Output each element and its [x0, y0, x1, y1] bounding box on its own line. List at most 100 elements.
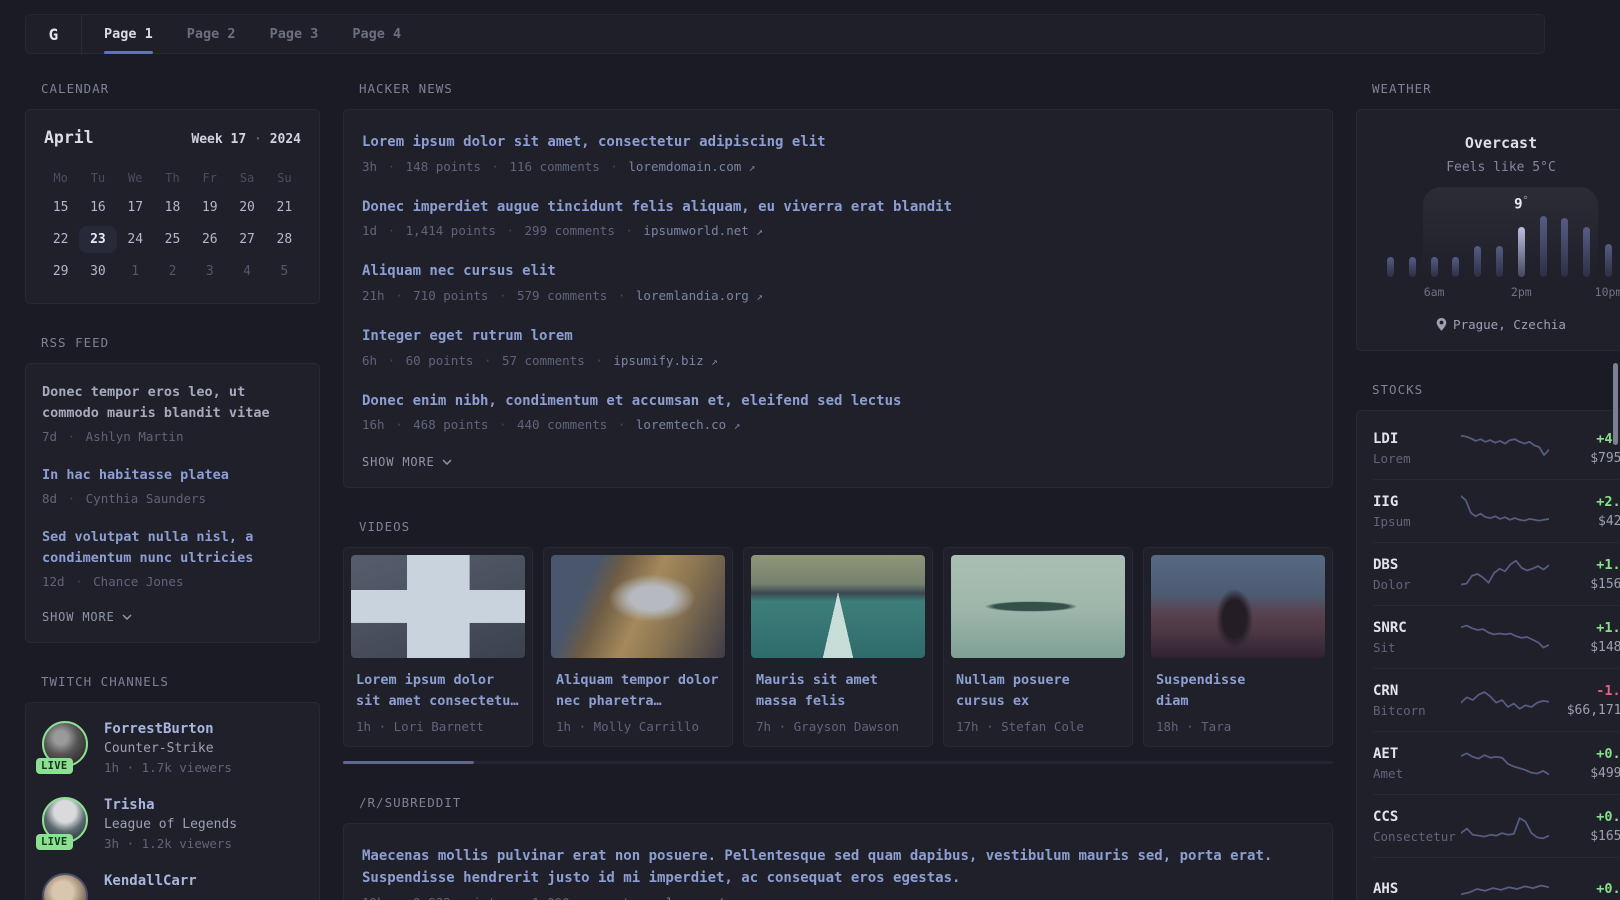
- twitch-channel-name[interactable]: ForrestBurton: [104, 721, 232, 737]
- stock-row[interactable]: DBS Dolor +1.42% $156.28: [1373, 543, 1620, 606]
- twitch-channel-name[interactable]: KendallCarr: [104, 873, 197, 889]
- weather-section: WEATHER Overcast Feels like 5°C 9° 6am 2pm…: [1356, 81, 1620, 351]
- tab-page-2[interactable]: Page 2: [187, 15, 236, 53]
- chevron-down-icon: [442, 459, 452, 466]
- video-thumbnail[interactable]: [751, 555, 925, 659]
- live-badge: LIVE: [36, 757, 73, 774]
- rss-item-title[interactable]: In hac habitasse platea: [42, 465, 303, 486]
- video-title[interactable]: Aliquam tempor dolor nec pharetra…: [551, 670, 725, 712]
- tab-page-4[interactable]: Page 4: [352, 15, 401, 53]
- stock-id: CRN Bitcorn: [1373, 683, 1451, 718]
- hackernews-item-title[interactable]: Lorem ipsum dolor sit amet, consectetur …: [362, 132, 1314, 154]
- video-title-line: Suspendisse: [1156, 672, 1246, 689]
- twitch-game: Counter-Strike: [104, 740, 214, 756]
- list-item: Integer eget rutrum lorem 6h · 60 points …: [362, 326, 1314, 368]
- video-title-line: cursus ex: [956, 693, 1030, 710]
- rss-item-title[interactable]: Donec tempor eros leo, ut commodo mauris…: [42, 382, 303, 424]
- hackernews-item-title[interactable]: Aliquam nec cursus elit: [362, 261, 1314, 283]
- stock-row[interactable]: AET Amet +0.92% $499.72: [1373, 732, 1620, 795]
- calendar-day: 26: [201, 232, 218, 247]
- weather-hour-label: 2pm: [1510, 285, 1532, 299]
- sparkline-chart: [1461, 691, 1549, 710]
- video-card[interactable]: Lorem ipsum dolor sit amet consectetu… 1h …: [343, 547, 533, 748]
- calendar-weekday: We: [127, 171, 143, 185]
- video-thumbnail[interactable]: [951, 555, 1125, 659]
- twitch-avatar-wrap: [42, 872, 88, 900]
- calendar-month: April: [44, 128, 94, 147]
- page-scrollbar-thumb[interactable]: [1613, 363, 1618, 445]
- dot-separator: ·: [637, 895, 666, 900]
- weather-bar: [1496, 246, 1503, 277]
- stock-row[interactable]: CCS Consectetur +0.51% $165.84: [1373, 795, 1620, 858]
- stock-sparkline: [1461, 619, 1549, 655]
- stock-row[interactable]: CRN Bitcorn -1.00% $66,171.48: [1373, 669, 1620, 732]
- avatar[interactable]: [42, 872, 88, 900]
- calendar-day: 1: [131, 264, 140, 279]
- stock-id: AET Amet: [1373, 746, 1451, 781]
- tab-page-3[interactable]: Page 3: [270, 15, 319, 53]
- stock-row[interactable]: SNRC Sit +1.36% $148.64: [1373, 606, 1620, 669]
- dot-separator: ·: [380, 352, 403, 368]
- hackernews-item-meta: 21h · 710 points · 579 comments · loreml…: [362, 288, 763, 304]
- hackernews-item-meta: 6h · 60 points · 57 comments · ipsumify.…: [362, 352, 718, 368]
- rss-show-more-button[interactable]: SHOW MORE: [42, 610, 303, 624]
- stock-sparkline: [1461, 493, 1549, 529]
- stocks-section: STOCKS LDI Lorem +4.35% $795.18 IIG Ipsum +2.8…: [1356, 382, 1620, 900]
- app-logo[interactable]: G: [26, 15, 82, 53]
- stock-row[interactable]: LDI Lorem +4.35% $795.18: [1373, 417, 1620, 480]
- source-domain-link[interactable]: loremlandia.org ↗: [636, 288, 763, 303]
- hackernews-item-title[interactable]: Donec imperdiet augue tincidunt felis al…: [362, 197, 1314, 219]
- source-domain-link[interactable]: loremtech.co ↗: [636, 417, 740, 432]
- video-thumbnail[interactable]: [1151, 555, 1325, 659]
- video-thumbnail[interactable]: [351, 555, 525, 659]
- video-card[interactable]: Nullam posuere cursus ex 17h · Stefan Cole: [943, 547, 1133, 748]
- source-domain-link[interactable]: loremdomain.com ↗: [628, 159, 755, 174]
- videos-scrollbar-track[interactable]: [343, 761, 1333, 765]
- weather-bar: [1605, 244, 1612, 277]
- stock-values: +2.84% $42.04: [1559, 494, 1620, 529]
- stock-name: Lorem: [1373, 450, 1411, 466]
- video-title[interactable]: Suspendisse diam: [1151, 670, 1325, 712]
- video-thumbnail[interactable]: [551, 555, 725, 659]
- stock-symbol: SNRC: [1373, 619, 1407, 636]
- stock-symbol: LDI: [1373, 430, 1399, 447]
- twitch-channel-row[interactable]: LIVE Trisha League of Legends 3h · 1.2k vie…: [36, 796, 303, 851]
- stock-row[interactable]: IIG Ipsum +2.84% $42.04: [1373, 480, 1620, 543]
- hackernews-item-title[interactable]: Integer eget rutrum lorem: [362, 326, 1314, 348]
- stock-values: +1.42% $156.28: [1559, 557, 1620, 592]
- source-domain-link[interactable]: loremnet.xyz ↗: [666, 895, 770, 900]
- twitch-channel-row[interactable]: KendallCarr: [42, 872, 303, 900]
- videos-scrollbar-thumb[interactable]: [343, 761, 474, 765]
- stock-id: SNRC Sit: [1373, 620, 1451, 655]
- rss-item-title[interactable]: Sed volutpat nulla nisl, a condimentum n…: [42, 527, 303, 569]
- hackernews-item-title[interactable]: Donec enim nibh, condimentum et accumsan…: [362, 391, 1314, 413]
- video-title[interactable]: Lorem ipsum dolor sit amet consectetu…: [351, 670, 525, 712]
- page: G Page 1 Page 2 Page 3 Page 4 CALENDAR Apri…: [25, 0, 1620, 900]
- dot-separator: ·: [498, 223, 522, 239]
- stock-row[interactable]: AHS +0.46%: [1373, 858, 1620, 900]
- hackernews-item-meta: 3h · 148 points · 116 comments · loremdo…: [362, 158, 756, 174]
- dot-separator: ·: [371, 719, 394, 735]
- source-domain-link[interactable]: ipsumify.biz ↗: [613, 353, 717, 368]
- dot-separator: ·: [60, 428, 83, 444]
- dot-separator: ·: [60, 490, 83, 506]
- sparkline-chart: [1461, 434, 1549, 456]
- tab-page-1[interactable]: Page 1: [104, 15, 153, 54]
- video-card[interactable]: Mauris sit amet massa felis 7h · Grayson D…: [743, 547, 933, 748]
- dot-separator: ·: [476, 352, 499, 368]
- source-domain-link[interactable]: ipsumworld.net ↗: [643, 223, 763, 238]
- video-title-line: diam: [1156, 693, 1189, 710]
- twitch-channel-name[interactable]: Trisha: [104, 797, 237, 813]
- video-card[interactable]: Aliquam tempor dolor nec pharetra… 1h · Mo…: [543, 547, 733, 748]
- dot-separator: ·: [387, 288, 411, 304]
- hackernews-show-more-button[interactable]: SHOW MORE: [362, 455, 1314, 469]
- twitch-channel-row[interactable]: LIVE ForrestBurton Counter-Strike 1h · 1.7k…: [36, 720, 303, 775]
- video-title[interactable]: Mauris sit amet massa felis: [751, 670, 925, 712]
- calendar-day: 2: [168, 264, 177, 279]
- video-title-line: Mauris sit amet: [756, 672, 878, 689]
- calendar-grid: Mo Tu We Th Fr Sa Su 15 16 17 18 19 20 21 22 23 24 25 26 27…: [42, 167, 303, 285]
- subreddit-post-title[interactable]: Maecenas mollis pulvinar erat non posuer…: [362, 846, 1314, 889]
- video-card[interactable]: Suspendisse diam 18h · Tara: [1143, 547, 1333, 748]
- video-title[interactable]: Nullam posuere cursus ex: [951, 670, 1125, 712]
- calendar-day: 3: [205, 264, 214, 279]
